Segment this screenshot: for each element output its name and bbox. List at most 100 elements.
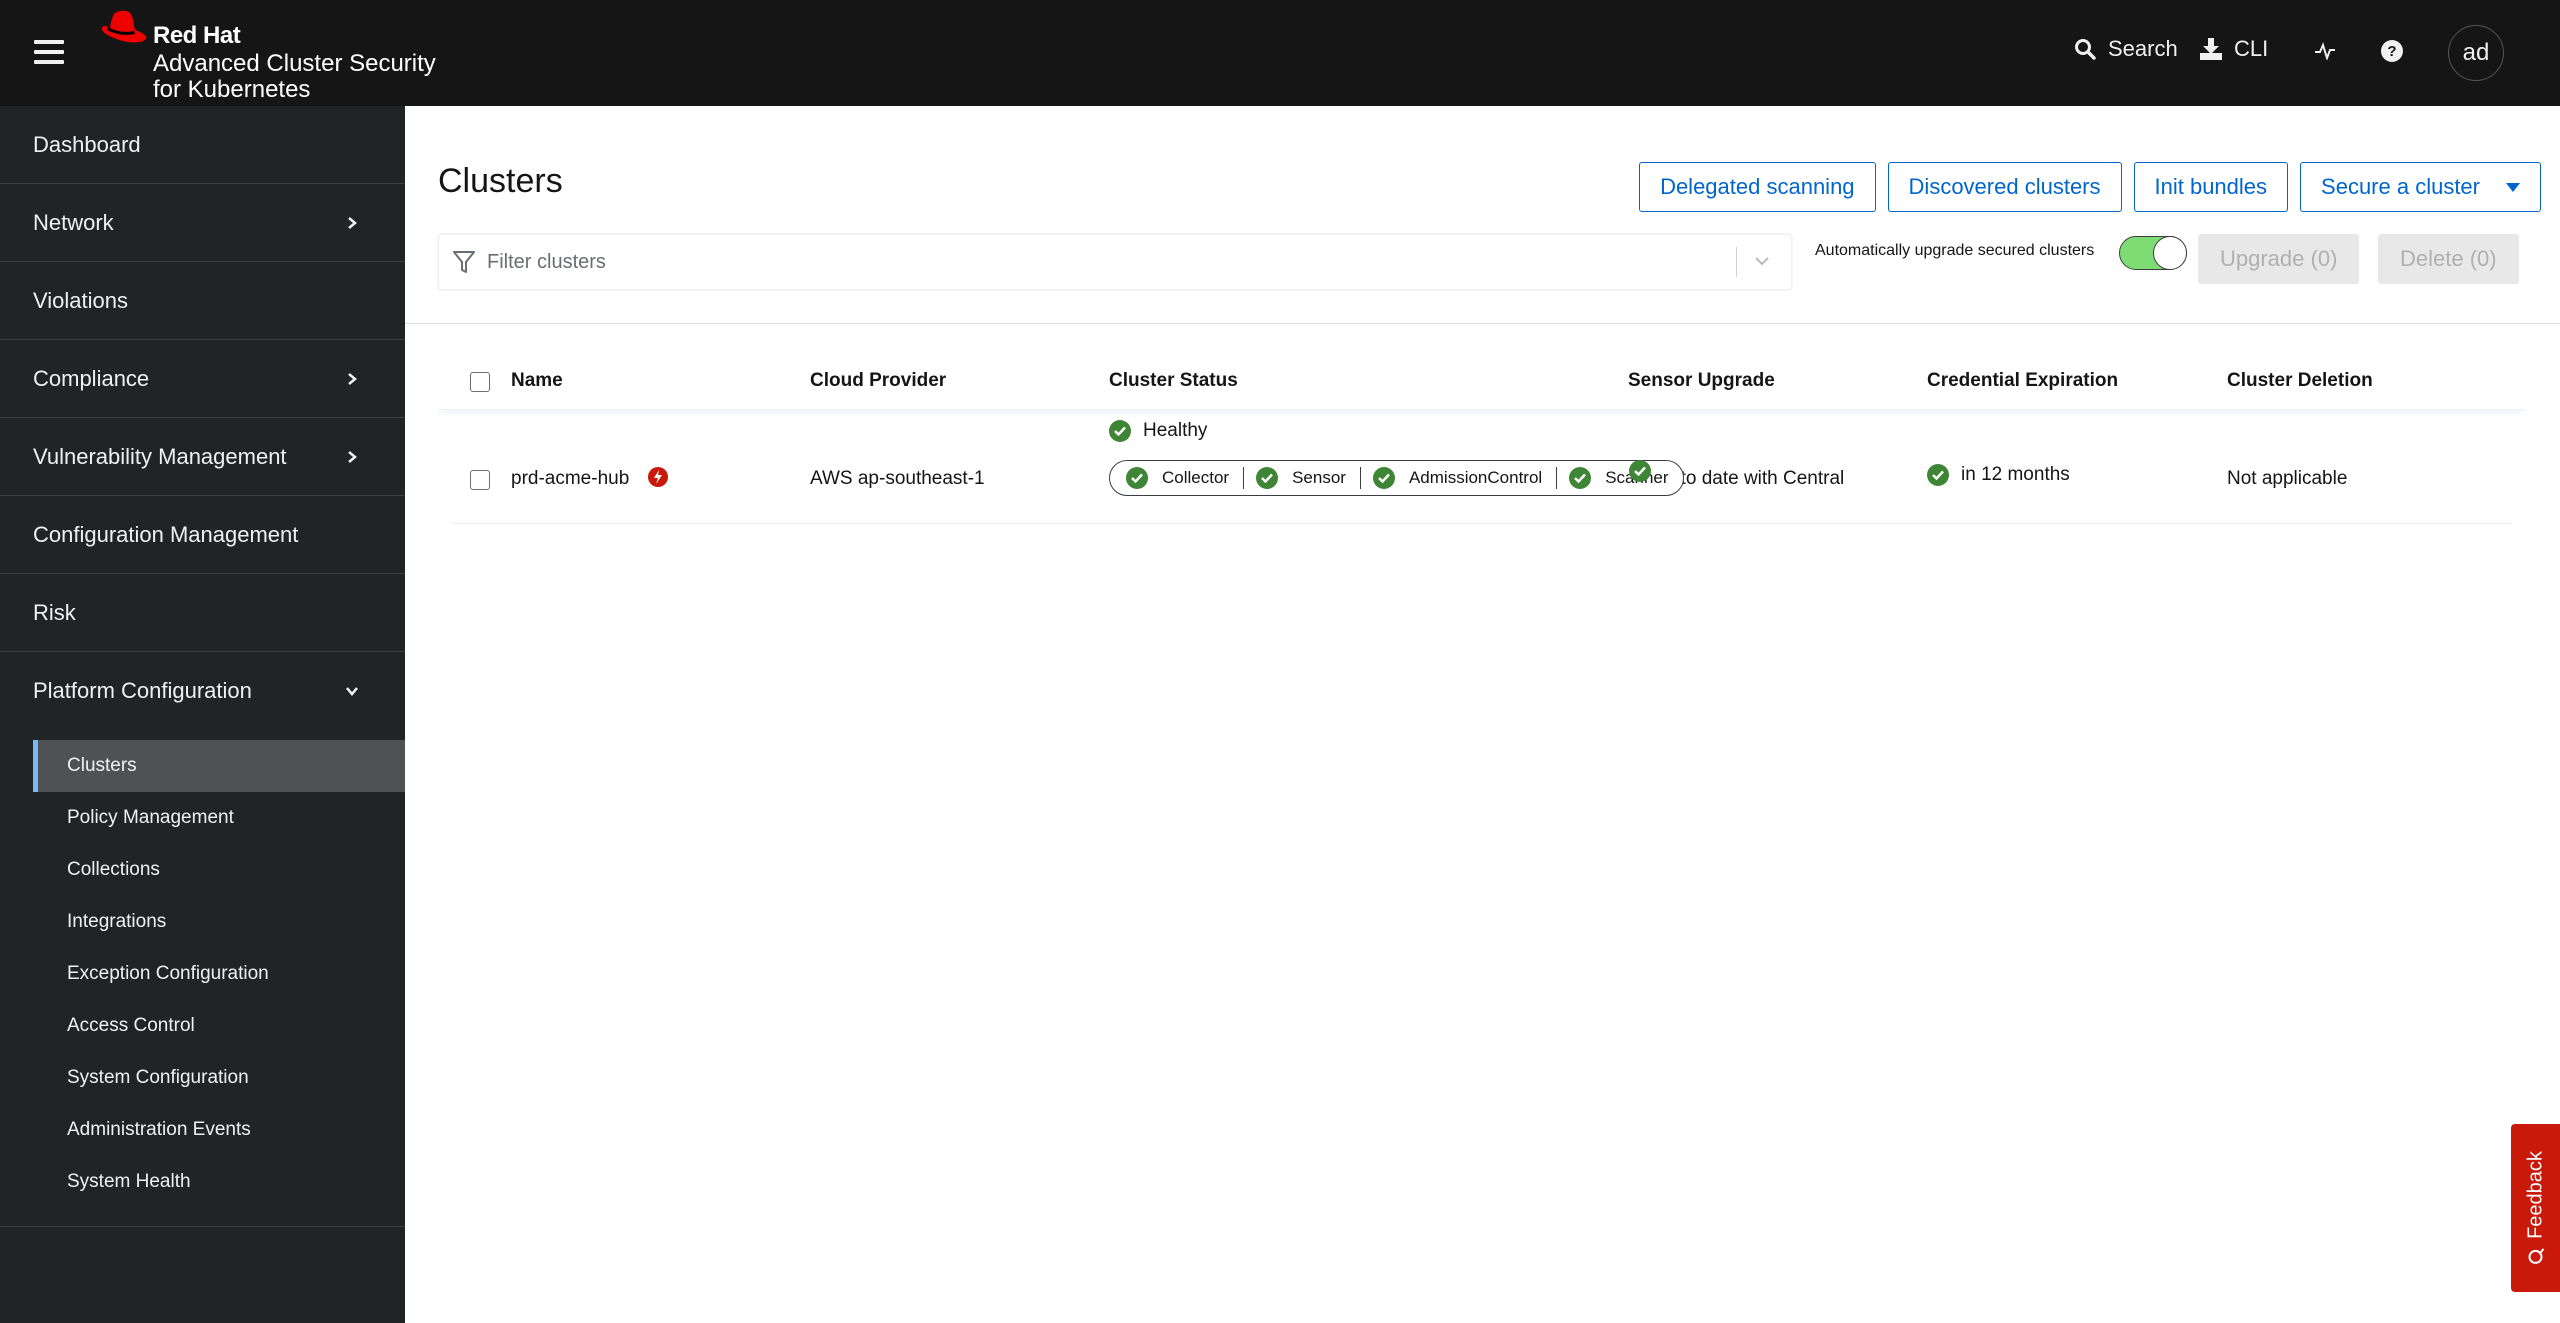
- filter-separator: [1736, 247, 1737, 277]
- sidebar-item-label: Dashboard: [33, 131, 141, 157]
- select-all-checkbox[interactable]: [470, 372, 490, 392]
- check-circle-icon: [1126, 467, 1148, 489]
- feedback-label: Feedback: [2524, 1151, 2546, 1239]
- discovered-clusters-button[interactable]: Discovered clusters: [1887, 162, 2122, 212]
- sidebar-subitem-system-health[interactable]: System Health: [33, 1156, 405, 1208]
- feedback-icon: [2527, 1248, 2544, 1264]
- masthead: Red Hat Advanced Cluster Security for Ku…: [0, 0, 2560, 106]
- auto-upgrade-toggle[interactable]: [2119, 236, 2187, 270]
- help-icon: ?: [2381, 40, 2403, 62]
- search-button[interactable]: Search: [2074, 36, 2178, 62]
- brand-product-line1: Advanced Cluster Security: [153, 50, 436, 77]
- sidebar-subitem-administration-events[interactable]: Administration Events: [33, 1104, 405, 1156]
- toggle-knob: [2153, 236, 2187, 270]
- cluster-name-link[interactable]: prd-acme-hub: [511, 468, 629, 490]
- sidebar-item-label: Network: [33, 209, 114, 235]
- help-button[interactable]: ?: [2381, 40, 2403, 62]
- row-select-checkbox[interactable]: [470, 470, 490, 490]
- sidebar-item-configuration-management[interactable]: Configuration Management: [0, 496, 405, 574]
- table-row: prd-acme-hub AWS ap-southeast-1 Healthy …: [438, 410, 2526, 524]
- brand-product-line2: for Kubernetes: [153, 76, 311, 103]
- column-header-credential-expiration[interactable]: Credential Expiration: [1927, 370, 2118, 392]
- column-header-name[interactable]: Name: [511, 370, 563, 392]
- check-circle-icon: [1629, 460, 1651, 482]
- platform-configuration-subnav: Clusters Policy Management Collections I…: [0, 730, 405, 1227]
- pulse-icon: [2315, 42, 2335, 60]
- sidebar-subitem-policy-management[interactable]: Policy Management: [33, 792, 405, 844]
- chevron-right-icon: [348, 450, 357, 463]
- svg-text:?: ?: [2387, 43, 2396, 60]
- credential-expiration-value: in 12 months: [1961, 464, 2070, 485]
- sidebar-item-label: Configuration Management: [33, 521, 299, 547]
- cluster-deletion-value: Not applicable: [2227, 468, 2348, 489]
- user-avatar-button[interactable]: ad: [2448, 25, 2504, 81]
- sidebar-item-platform-configuration[interactable]: Platform Configuration: [0, 652, 405, 730]
- search-icon: [2075, 39, 2096, 60]
- check-circle-icon: [1569, 467, 1592, 489]
- sidebar-item-violations[interactable]: Violations: [0, 262, 405, 340]
- sidebar-item-label: Compliance: [33, 365, 150, 391]
- page-title: Clusters: [438, 162, 563, 200]
- sidebar-item-label: Vulnerability Management: [33, 443, 287, 469]
- sidebar-subitem-exception-configuration[interactable]: Exception Configuration: [33, 948, 405, 1000]
- sidebar-item-compliance[interactable]: Compliance: [0, 340, 405, 418]
- check-circle-icon: [1927, 464, 1949, 486]
- component-admission-control: AdmissionControl: [1359, 467, 1556, 489]
- secure-cluster-label: Secure a cluster: [2321, 174, 2480, 199]
- sidebar-item-label: Risk: [33, 599, 76, 625]
- helm-managed-icon: [648, 467, 668, 487]
- sidebar-item-label: Violations: [33, 287, 128, 313]
- chevron-right-icon: [348, 372, 357, 385]
- feedback-content: Feedback: [2524, 1151, 2547, 1265]
- table-header: Name Cloud Provider Cluster Status Senso…: [438, 354, 2526, 410]
- filter-clusters-input[interactable]: [487, 250, 1736, 274]
- main-content: Clusters Delegated scanning Discovered c…: [405, 106, 2560, 1323]
- component-collector: Collector: [1120, 467, 1243, 489]
- chevron-down-icon: [346, 687, 358, 696]
- sidebar-subitem-clusters[interactable]: Clusters: [33, 740, 405, 792]
- delegated-scanning-button[interactable]: Delegated scanning: [1639, 162, 1876, 212]
- chevron-down-icon[interactable]: [1751, 255, 1773, 269]
- sidebar-item-dashboard[interactable]: Dashboard: [0, 106, 405, 184]
- sidebar-subitem-system-configuration[interactable]: System Configuration: [33, 1052, 405, 1104]
- cli-label: CLI: [2234, 36, 2269, 61]
- row-divider: [452, 523, 2512, 524]
- nav-toggle-button[interactable]: [34, 40, 64, 66]
- chevron-right-icon: [348, 216, 357, 229]
- auto-upgrade-label: Automatically upgrade secured clusters: [1815, 242, 2095, 259]
- red-hat-logo-icon: [101, 10, 147, 43]
- sidebar-item-network[interactable]: Network: [0, 184, 405, 262]
- feedback-button[interactable]: Feedback: [2511, 1124, 2560, 1292]
- hamburger-icon-bar: [34, 60, 64, 64]
- init-bundles-button[interactable]: Init bundles: [2133, 162, 2289, 212]
- sidebar-subitem-integrations[interactable]: Integrations: [33, 896, 405, 948]
- column-header-sensor-upgrade[interactable]: Sensor Upgrade: [1628, 370, 1775, 392]
- column-header-cluster-deletion[interactable]: Cluster Deletion: [2227, 370, 2373, 392]
- component-health-pill[interactable]: Collector Sensor AdmissionControl Scanne…: [1109, 460, 1684, 496]
- component-label: Collector: [1162, 468, 1230, 487]
- section-divider: [405, 323, 2560, 324]
- sidebar-subitem-access-control[interactable]: Access Control: [33, 1000, 405, 1052]
- sidebar-item-label: Platform Configuration: [33, 678, 252, 703]
- upgrade-button[interactable]: Upgrade (0): [2198, 234, 2360, 284]
- caret-down-icon: [2506, 182, 2520, 192]
- delete-button[interactable]: Delete (0): [2378, 234, 2519, 284]
- cluster-status-label: Healthy: [1143, 420, 1208, 441]
- cluster-status-health: Healthy: [1109, 420, 1207, 442]
- header-actions: Delegated scanning Discovered clusters I…: [1639, 162, 2541, 212]
- activity-button[interactable]: [2314, 42, 2336, 60]
- sidebar-item-risk[interactable]: Risk: [0, 574, 405, 652]
- component-label: AdmissionControl: [1408, 468, 1543, 487]
- column-header-cloud-provider[interactable]: Cloud Provider: [810, 370, 946, 392]
- hamburger-icon-bar: [34, 50, 64, 54]
- sidebar-nav: Dashboard Network Violations Compliance …: [0, 106, 405, 1323]
- component-label: Sensor: [1292, 468, 1346, 487]
- check-circle-icon: [1109, 420, 1131, 442]
- component-sensor: Sensor: [1243, 467, 1360, 489]
- secure-cluster-dropdown[interactable]: Secure a cluster: [2300, 162, 2541, 212]
- sidebar-subitem-collections[interactable]: Collections: [33, 844, 405, 896]
- check-circle-icon: [1256, 467, 1279, 489]
- sidebar-item-vulnerability-management[interactable]: Vulnerability Management: [0, 418, 405, 496]
- column-header-cluster-status[interactable]: Cluster Status: [1109, 370, 1238, 392]
- cli-download-button[interactable]: CLI: [2200, 36, 2268, 62]
